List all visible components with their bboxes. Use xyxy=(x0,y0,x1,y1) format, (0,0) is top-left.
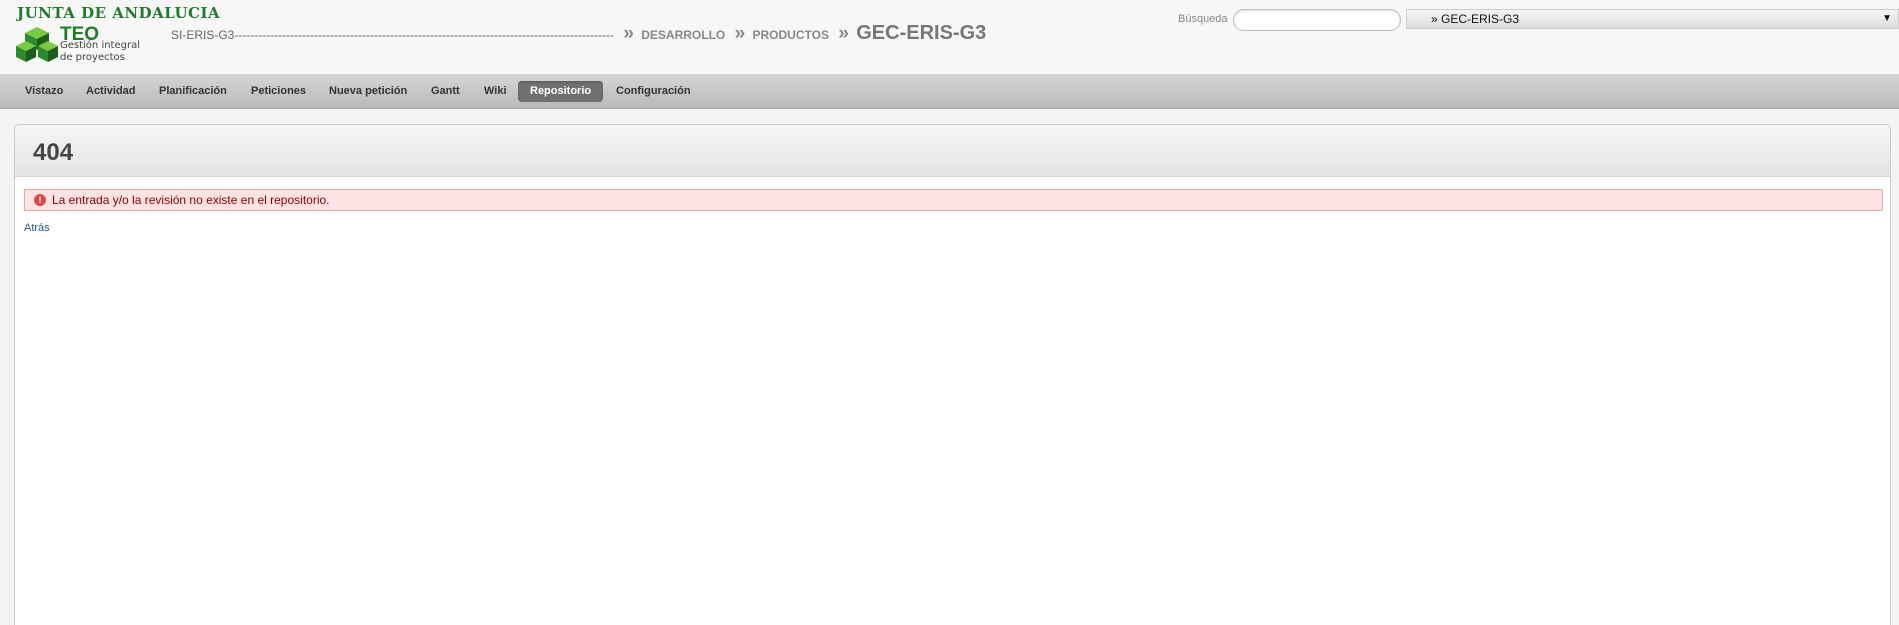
project-jump-value: » GEC-ERIS-G3 xyxy=(1431,12,1520,26)
menu-item-configuracion[interactable]: Configuración xyxy=(604,81,703,102)
page-title: 404 xyxy=(33,139,74,166)
search-label: Búsqueda xyxy=(1178,13,1228,25)
breadcrumb-item-productos[interactable]: PRODUCTOS xyxy=(753,28,829,42)
breadcrumb-item-desarrollo[interactable]: DESARROLLO xyxy=(641,28,725,42)
content-panel: 404 ! La entrada y/o la revisión no exis… xyxy=(14,124,1891,625)
error-flash-message: ! La entrada y/o la revisión no existe e… xyxy=(24,189,1883,211)
main-menu: Vistazo Actividad Planificación Peticion… xyxy=(0,74,1899,109)
error-icon: ! xyxy=(34,194,46,206)
menu-item-wiki[interactable]: Wiki xyxy=(472,81,519,102)
menu-item-peticiones[interactable]: Peticiones xyxy=(239,81,318,102)
search-input[interactable] xyxy=(1233,9,1401,31)
junta-logo-text: JUNTA DE ANDALUCIA xyxy=(17,4,221,22)
project-jump-select[interactable]: » GEC-ERIS-G3 ▼ xyxy=(1406,9,1899,29)
menu-item-planificacion[interactable]: Planificación xyxy=(147,81,239,102)
breadcrumb-separator: » xyxy=(734,23,746,44)
top-header: JUNTA DE ANDALUCIA TEO Gestión integral … xyxy=(0,0,1899,74)
cubes-logo-icon xyxy=(16,27,58,62)
back-link[interactable]: Atrás xyxy=(24,222,50,234)
breadcrumb-root[interactable]: SI-ERIS-G3------------------------------… xyxy=(171,28,614,42)
menu-item-repositorio[interactable]: Repositorio xyxy=(518,81,604,102)
dropdown-arrow-icon: ▼ xyxy=(1882,13,1892,24)
breadcrumb-separator: » xyxy=(623,23,634,44)
menu-item-actividad[interactable]: Actividad xyxy=(74,81,148,102)
breadcrumb: SI-ERIS-G3------------------------------… xyxy=(171,22,986,45)
menu-item-vistazo[interactable]: Vistazo xyxy=(13,81,75,102)
error-text: La entrada y/o la revisión no existe en … xyxy=(52,193,330,207)
menu-item-gantt[interactable]: Gantt xyxy=(419,81,472,102)
breadcrumb-current-project: GEC-ERIS-G3 xyxy=(856,22,987,44)
breadcrumb-separator: » xyxy=(838,23,849,44)
logo-subtitle: Gestión integral de proyectos xyxy=(60,40,140,63)
menu-item-nueva-peticion[interactable]: Nueva petición xyxy=(317,81,419,102)
content-header xyxy=(15,125,1890,177)
